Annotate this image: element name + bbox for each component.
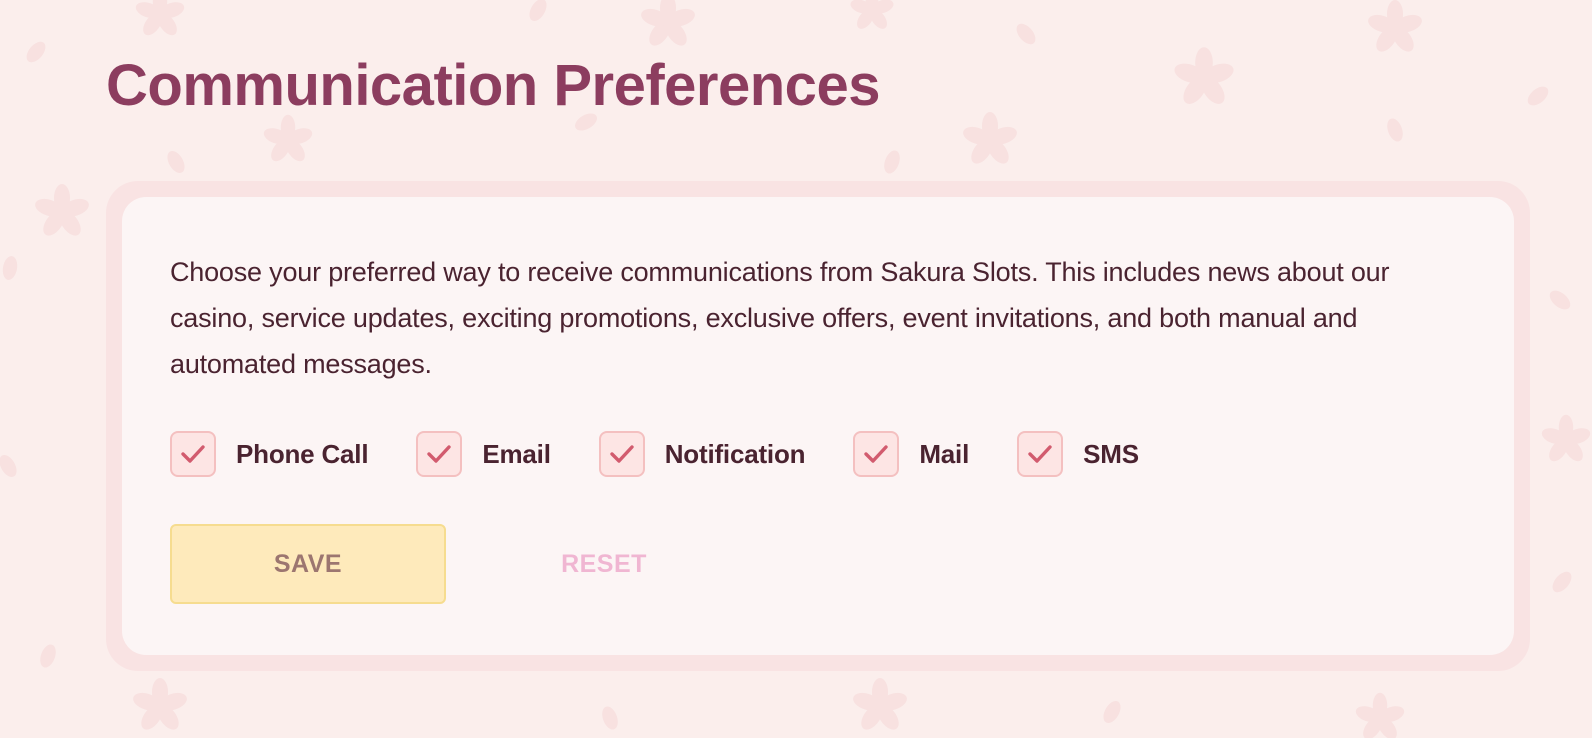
option-mail[interactable]: Mail (853, 431, 969, 477)
option-sms[interactable]: SMS (1017, 431, 1139, 477)
checkbox-notification[interactable] (598, 431, 645, 477)
option-label: Email (482, 438, 551, 469)
channel-options: Phone Call Email Notification Mail SMS (170, 430, 1139, 478)
checkmark-icon (427, 445, 452, 463)
option-notification[interactable]: Notification (598, 431, 806, 477)
checkbox-mail[interactable] (853, 431, 900, 477)
option-email[interactable]: Email (416, 431, 551, 477)
option-label: Phone Call (236, 438, 369, 469)
option-label: Mail (919, 438, 970, 469)
checkbox-sms[interactable] (1017, 431, 1064, 477)
form-actions: SAVE RESET (170, 524, 702, 604)
option-label: SMS (1083, 438, 1139, 469)
checkmark-icon (864, 445, 889, 463)
option-label: Notification (664, 438, 806, 469)
checkbox-email[interactable] (416, 431, 463, 477)
preferences-card: Choose your preferred way to receive com… (122, 197, 1514, 655)
checkbox-phone-call[interactable] (170, 431, 216, 477)
communication-preferences-page: Communication Preferences Choose your pr… (0, 0, 1592, 738)
preferences-description: Choose your preferred way to receive com… (170, 257, 1390, 379)
checkmark-icon (610, 445, 634, 463)
option-phone-call[interactable]: Phone Call (170, 431, 369, 477)
checkmark-icon (181, 445, 205, 463)
reset-button[interactable]: RESET (506, 524, 702, 604)
page-title: Communication Preferences (106, 53, 880, 118)
save-button[interactable]: SAVE (170, 524, 446, 604)
preferences-card-frame: Choose your preferred way to receive com… (106, 181, 1530, 671)
checkmark-icon (1028, 445, 1052, 463)
